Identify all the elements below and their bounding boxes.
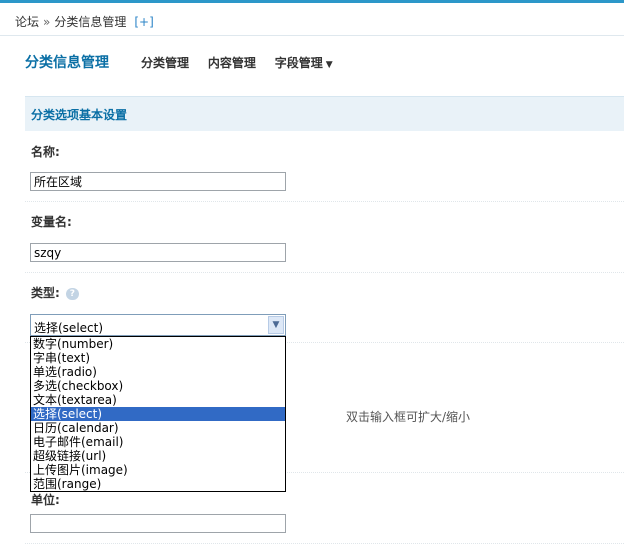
option-textarea[interactable]: 文本(textarea) bbox=[31, 393, 285, 407]
page-header: 分类信息管理 分类管理 内容管理 字段管理 ▼ bbox=[0, 36, 624, 88]
option-url[interactable]: 超级链接(url) bbox=[31, 449, 285, 463]
type-dropdown-list[interactable]: 数字(number) 字串(text) 单选(radio) 多选(checkbo… bbox=[30, 336, 286, 492]
breadcrumb-separator: » bbox=[43, 15, 51, 29]
breadcrumb: 论坛 » 分类信息管理 [+] bbox=[15, 13, 154, 30]
divider bbox=[25, 272, 624, 273]
variable-input[interactable] bbox=[30, 243, 286, 262]
chevron-down-icon[interactable]: ▼ bbox=[268, 316, 284, 334]
option-text[interactable]: 字串(text) bbox=[31, 351, 285, 365]
divider bbox=[25, 543, 624, 544]
option-checkbox[interactable]: 多选(checkbox) bbox=[31, 379, 285, 393]
add-shortcut-button[interactable]: [+] bbox=[134, 15, 153, 29]
type-select[interactable]: 选择(select) ▼ bbox=[30, 314, 286, 336]
variable-label: 变量名: bbox=[31, 215, 72, 229]
tab-content-manage[interactable]: 内容管理 bbox=[208, 54, 256, 71]
unit-label: 单位: bbox=[31, 493, 60, 507]
top-bar: 论坛 » 分类信息管理 [+] bbox=[0, 0, 624, 36]
section-header: 分类选项基本设置 bbox=[25, 96, 624, 131]
page-title: 分类信息管理 bbox=[25, 55, 109, 71]
breadcrumb-item-classified[interactable]: 分类信息管理 bbox=[54, 15, 126, 29]
unit-input[interactable] bbox=[30, 514, 286, 533]
help-icon[interactable]: ? bbox=[65, 287, 79, 300]
name-label: 名称: bbox=[31, 145, 60, 159]
option-calendar[interactable]: 日历(calendar) bbox=[31, 421, 285, 435]
type-select-value: 选择(select) bbox=[34, 321, 104, 335]
tab-field-manage-label: 字段管理 bbox=[274, 56, 323, 70]
divider bbox=[25, 201, 624, 202]
option-number[interactable]: 数字(number) bbox=[31, 337, 285, 351]
tab-field-manage[interactable]: 字段管理 ▼ bbox=[275, 54, 333, 71]
section-title: 分类选项基本设置 bbox=[31, 108, 128, 122]
type-label-text: 类型: bbox=[31, 286, 60, 300]
option-select[interactable]: 选择(select) bbox=[31, 407, 285, 421]
name-input[interactable] bbox=[30, 172, 286, 191]
tab-category-manage[interactable]: 分类管理 bbox=[141, 54, 189, 71]
breadcrumb-item-forum[interactable]: 论坛 bbox=[15, 15, 39, 29]
textarea-hint: 双击输入框可扩大/缩小 bbox=[346, 410, 471, 424]
option-email[interactable]: 电子邮件(email) bbox=[31, 435, 285, 449]
tab-bar: 分类管理 内容管理 字段管理 ▼ bbox=[141, 54, 348, 71]
option-radio[interactable]: 单选(radio) bbox=[31, 365, 285, 379]
option-range[interactable]: 范围(range) bbox=[31, 477, 285, 491]
dropdown-arrow-icon: ▼ bbox=[325, 60, 333, 70]
option-image[interactable]: 上传图片(image) bbox=[31, 463, 285, 477]
type-label: 类型:? bbox=[31, 284, 79, 301]
